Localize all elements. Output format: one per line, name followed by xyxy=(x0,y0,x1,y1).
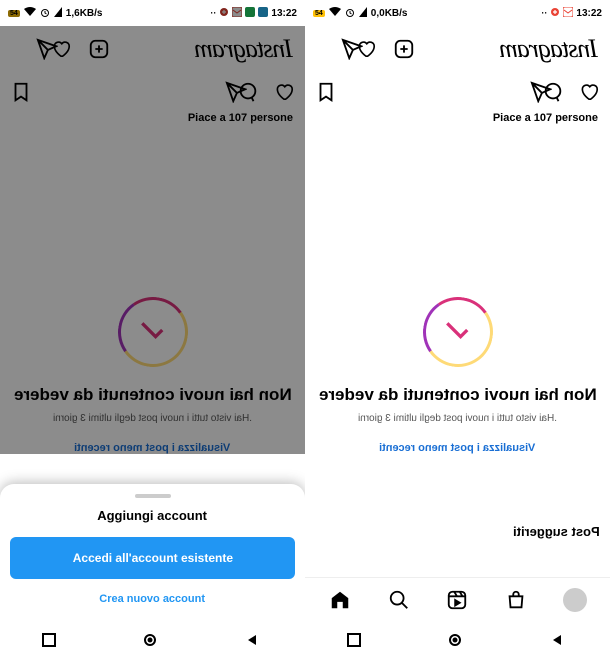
app-icon-2 xyxy=(563,7,573,20)
app-icon-1 xyxy=(219,7,229,20)
caught-up-sub: Hai visto tutti i nuovi post degli ultim… xyxy=(53,413,252,424)
nav-recent-icon[interactable] xyxy=(347,633,365,651)
tab-profile-icon[interactable] xyxy=(563,588,587,612)
post-action-row xyxy=(0,72,305,112)
new-post-icon[interactable] xyxy=(393,38,415,60)
tab-search-icon[interactable] xyxy=(387,588,411,612)
send-icon[interactable] xyxy=(317,38,339,60)
app-icon-3 xyxy=(245,7,255,20)
tab-home-icon[interactable] xyxy=(328,588,352,612)
status-bar: 54 1,6KB/s ·· 13:22 xyxy=(0,0,305,26)
post-spacer xyxy=(305,132,610,247)
nav-back-icon[interactable] xyxy=(245,633,263,651)
new-post-icon[interactable] xyxy=(88,38,110,60)
app-header: Instagram xyxy=(305,26,610,72)
kbps-text: 1,6KB/s xyxy=(66,8,103,19)
wifi-icon xyxy=(329,7,341,20)
app-icon-1 xyxy=(550,7,560,20)
caught-up-title: Non hai nuovi contenuti da vedere xyxy=(14,385,292,405)
bookmark-icon[interactable] xyxy=(10,81,32,103)
app-icon-4 xyxy=(258,7,268,20)
post-action-row xyxy=(305,72,610,112)
battery-badge: 54 xyxy=(8,10,20,17)
add-account-sheet: Aggiungi account Accedi all'account esis… xyxy=(0,484,305,621)
caught-up-panel: Non hai nuovi contenuti da vedere Hai vi… xyxy=(305,247,610,454)
app-header: Instagram xyxy=(0,26,305,72)
send-icon[interactable] xyxy=(12,38,34,60)
battery-badge: 54 xyxy=(313,10,325,17)
nav-recent-icon[interactable] xyxy=(42,633,60,651)
time-text: 13:22 xyxy=(576,8,602,19)
share-icon[interactable] xyxy=(201,81,223,103)
screen-left: 54 1,6KB/s ·· 13:22 Instagram xyxy=(0,0,305,662)
screen-right: 54 0,0KB/s ·· 13:22 Instagram xyxy=(305,0,610,662)
instagram-logo: Instagram xyxy=(195,34,293,64)
tab-reels-icon[interactable] xyxy=(445,588,469,612)
dots: ·· xyxy=(210,8,216,18)
instagram-logo: Instagram xyxy=(500,34,598,64)
likes-text: Piace a 107 persone xyxy=(0,112,305,132)
view-older-link[interactable]: Visualizza i post meno recenti xyxy=(74,442,230,454)
bookmark-icon[interactable] xyxy=(315,81,337,103)
app-icon-2 xyxy=(232,7,242,20)
view-older-link[interactable]: Visualizza i post meno recenti xyxy=(379,442,535,454)
nav-back-icon[interactable] xyxy=(550,633,568,651)
system-nav xyxy=(305,621,610,662)
tab-shop-icon[interactable] xyxy=(504,588,528,612)
caught-up-icon xyxy=(112,291,193,372)
share-icon[interactable] xyxy=(506,81,528,103)
sheet-handle[interactable] xyxy=(135,494,171,498)
kbps-text: 0,0KB/s xyxy=(371,8,408,19)
bottom-tab-bar xyxy=(305,577,610,621)
alarm-icon xyxy=(345,7,355,20)
suggested-label: Post suggeriti xyxy=(513,524,600,539)
status-bar: 54 0,0KB/s ·· 13:22 xyxy=(305,0,610,26)
signal-icon xyxy=(54,7,62,20)
login-existing-button[interactable]: Accedi all'account esistente xyxy=(10,537,295,579)
dots: ·· xyxy=(541,8,547,18)
nav-home-icon[interactable] xyxy=(448,633,466,651)
like-icon[interactable] xyxy=(273,81,295,103)
wifi-icon xyxy=(24,7,36,20)
caught-up-panel: Non hai nuovi contenuti da vedere Hai vi… xyxy=(0,247,305,454)
caught-up-sub: Hai visto tutti i nuovi post degli ultim… xyxy=(358,413,557,424)
caught-up-title: Non hai nuovi contenuti da vedere xyxy=(319,385,597,405)
system-nav xyxy=(0,621,305,662)
signal-icon xyxy=(359,7,367,20)
likes-text: Piace a 107 persone xyxy=(305,112,610,132)
time-text: 13:22 xyxy=(271,8,297,19)
alarm-icon xyxy=(40,7,50,20)
sheet-title: Aggiungi account xyxy=(10,508,295,523)
nav-home-icon[interactable] xyxy=(143,633,161,651)
like-icon[interactable] xyxy=(578,81,600,103)
caught-up-icon xyxy=(417,291,498,372)
post-spacer xyxy=(0,132,305,247)
create-account-button[interactable]: Crea nuovo account xyxy=(10,593,295,605)
